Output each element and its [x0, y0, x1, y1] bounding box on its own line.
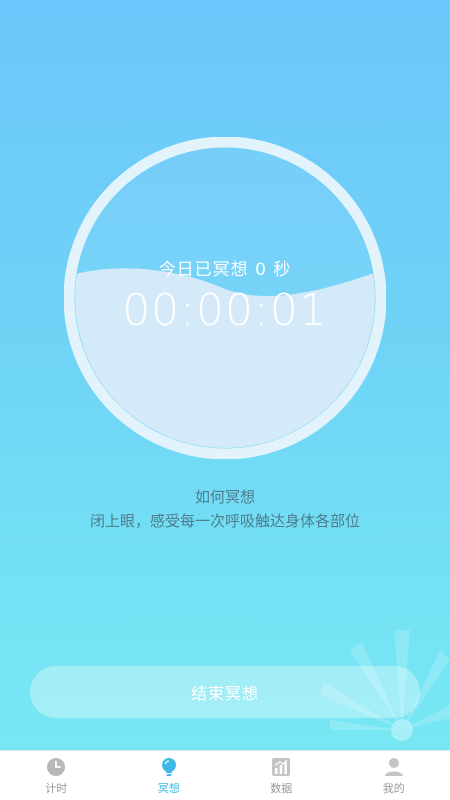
lightbulb-icon [161, 758, 176, 776]
meditation-screen: 今日已冥想 0 秒 00:00:01 如何冥想 闭上眼，感受每一次呼吸触达身体各… [0, 0, 450, 800]
guide-text: 闭上眼，感受每一次呼吸触达身体各部位 [89, 512, 360, 530]
tab-profile-label: 我的 [382, 782, 405, 795]
tab-data[interactable]: 数据 [225, 751, 338, 800]
tab-timer-label: 计时 [45, 782, 68, 795]
tab-profile[interactable]: 我的 [338, 751, 450, 800]
end-meditation-button[interactable]: 结束冥想 [30, 666, 420, 718]
today-meditation-label: 今日已冥想 0 秒 [158, 260, 292, 280]
tab-data-label: 数据 [270, 782, 293, 795]
tab-meditation-label: 冥想 [157, 782, 180, 795]
tab-timer[interactable]: 计时 [0, 751, 113, 800]
bar-chart-icon [272, 758, 291, 776]
user-icon [384, 758, 403, 776]
bottom-tab-bar: 计时 冥想 数据 我的 [0, 750, 450, 800]
guide-title: 如何冥想 [194, 488, 255, 506]
meditation-circle: 今日已冥想 0 秒 00:00:01 [64, 137, 386, 459]
clock-icon [47, 758, 66, 776]
meditation-timer: 00:00:01 [122, 285, 328, 336]
tab-meditation[interactable]: 冥想 [113, 751, 226, 800]
